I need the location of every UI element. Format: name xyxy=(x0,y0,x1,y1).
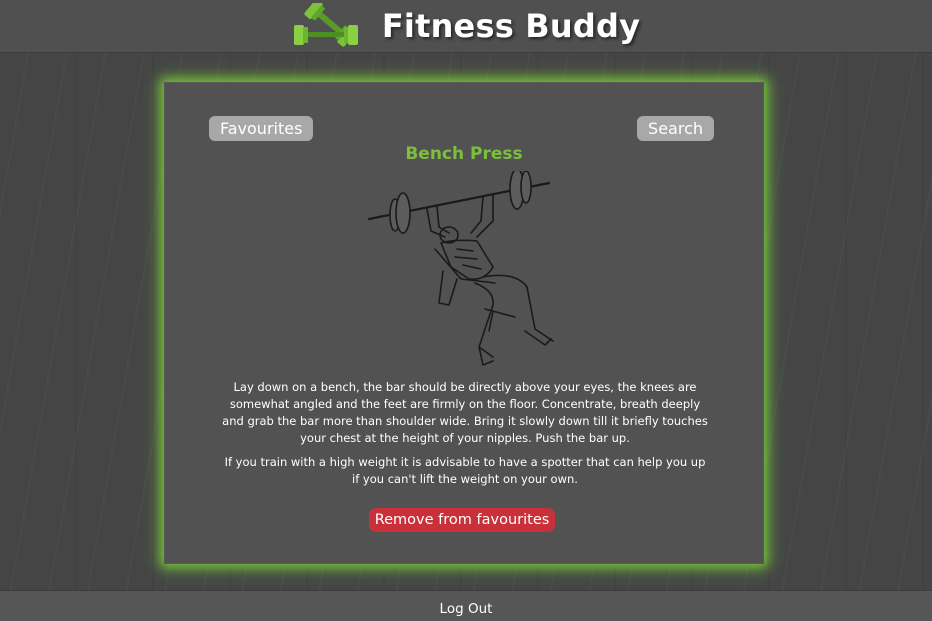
dumbbells-icon xyxy=(293,3,358,47)
brand-logo[interactable]: Fitness Buddy xyxy=(292,3,640,49)
exercise-title: Bench Press xyxy=(405,144,523,164)
app-footer: Log Out xyxy=(0,590,932,621)
search-button[interactable]: Search xyxy=(637,116,714,141)
exercise-description: Lay down on a bench, the bar should be d… xyxy=(222,380,708,445)
logout-link[interactable]: Log Out xyxy=(440,595,493,617)
exercise-card: Favourites Search Bench Press Lay down o… xyxy=(164,82,764,564)
remove-from-favourites-button[interactable]: Remove from favourites xyxy=(369,508,555,532)
favourites-button[interactable]: Favourites xyxy=(209,116,314,141)
app-header: Fitness Buddy xyxy=(0,0,932,53)
exercise-safety-note: If you train with a high weight it is ad… xyxy=(224,455,706,486)
bench-press-illustration xyxy=(367,171,554,366)
brand-title: Fitness Buddy xyxy=(381,7,641,45)
